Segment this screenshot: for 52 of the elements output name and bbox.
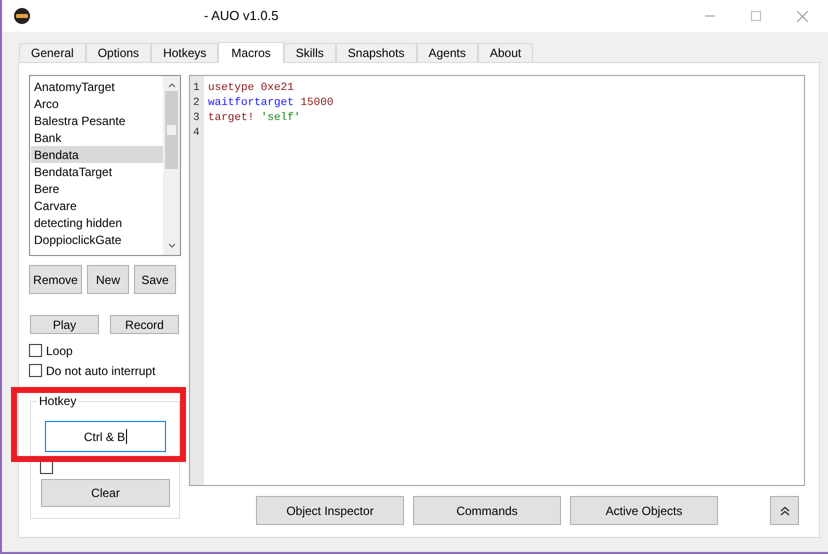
clear-button[interactable]: Clear <box>41 479 170 507</box>
tab[interactable]: General <box>19 43 86 62</box>
line-number: 2 <box>192 96 201 110</box>
list-item[interactable]: Bendata <box>31 146 163 163</box>
scroll-up-icon[interactable] <box>168 82 176 88</box>
tab[interactable]: About <box>478 43 534 62</box>
tab[interactable]: Hotkeys <box>151 43 218 62</box>
list-item[interactable]: Balestra Pesante <box>31 112 163 129</box>
code-line: target! 'self' <box>208 111 300 125</box>
list-action-button[interactable]: Save <box>134 265 176 294</box>
code-line: usetype 0xe21 <box>208 81 294 95</box>
list-item[interactable]: Carvare <box>31 197 163 214</box>
group-title: Hotkey <box>37 394 78 408</box>
list-item[interactable]: BendataTarget <box>31 163 163 180</box>
scrollbar-thumb[interactable] <box>165 91 178 169</box>
collapse-button[interactable] <box>770 496 799 525</box>
tool-button[interactable]: Commands <box>413 496 561 525</box>
close-icon[interactable] <box>797 10 808 22</box>
tool-button[interactable]: Object Inspector <box>256 496 404 525</box>
code-line: waitfortarget 15000 <box>208 96 334 110</box>
checkbox[interactable] <box>40 461 53 474</box>
checkbox-label: Loop <box>46 342 73 360</box>
checkbox-label: Do not auto interrupt <box>46 362 156 380</box>
checkbox[interactable] <box>29 344 42 357</box>
scroll-down-icon[interactable] <box>168 243 176 249</box>
list-item[interactable]: Arco <box>31 95 163 112</box>
thumb-grip <box>167 125 176 135</box>
code-editor[interactable]: 1 2 3 4 usetype 0xe21 waitfortarget 15000 target! 'self' <box>189 75 805 486</box>
list-item[interactable]: AnatomyTarget <box>31 78 163 95</box>
scrollbar[interactable] <box>163 76 180 255</box>
macro-control-button[interactable]: Play <box>30 315 99 334</box>
line-number: 4 <box>192 126 201 140</box>
tab[interactable]: Skills <box>284 43 336 62</box>
list-action-button[interactable]: New <box>87 265 129 294</box>
line-number: 3 <box>192 111 201 125</box>
macro-control-button[interactable]: Record <box>110 315 179 334</box>
line-number: 1 <box>192 81 201 95</box>
tab[interactable]: Snapshots <box>336 43 416 62</box>
list-item[interactable]: detecting hidden <box>31 214 163 231</box>
tool-button[interactable]: Active Objects <box>570 496 718 525</box>
double-chevron-up-icon <box>780 506 790 516</box>
list-action-button[interactable]: Remove <box>29 265 82 294</box>
list-item[interactable]: Bere <box>31 180 163 197</box>
app-logo-icon <box>14 8 30 24</box>
list-item[interactable]: DoppioclickGate <box>31 231 163 248</box>
window-title: - AUO v1.0.5 <box>204 7 278 26</box>
list-item[interactable]: Bank <box>31 129 163 146</box>
tab[interactable]: Agents <box>416 43 478 62</box>
hotkey-field[interactable]: Ctrl & B <box>45 421 166 452</box>
checkbox[interactable] <box>29 364 42 377</box>
tab[interactable]: Options <box>86 43 152 62</box>
tab[interactable]: Macros <box>218 42 284 63</box>
